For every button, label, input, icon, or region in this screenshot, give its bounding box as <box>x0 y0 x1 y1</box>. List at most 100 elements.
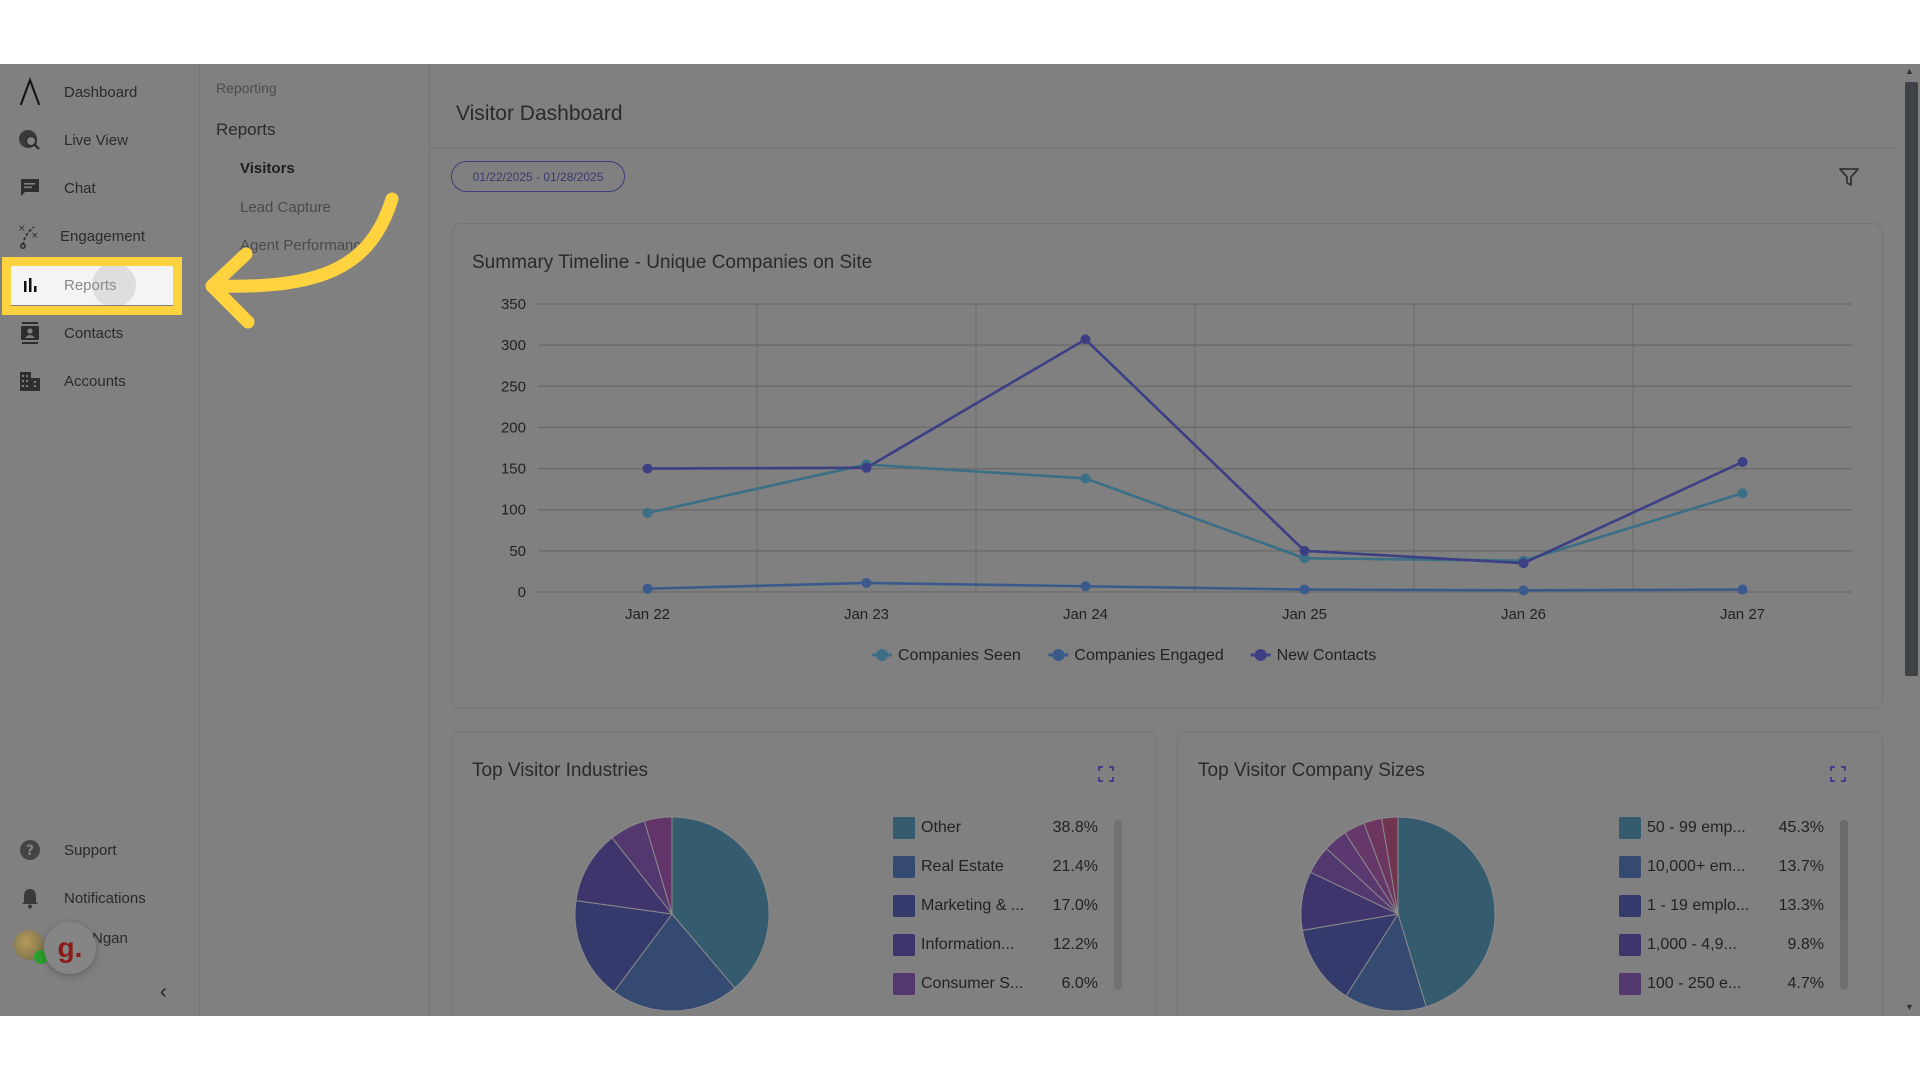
help-icon: ? <box>18 838 42 862</box>
sidebar-item-contacts[interactable]: Contacts <box>0 313 200 353</box>
legend-percent: 21.4% <box>1052 858 1098 875</box>
legend-scrollbar[interactable] <box>1840 820 1848 990</box>
legend-swatch <box>893 817 915 839</box>
legend-label: 10,000+ em... <box>1647 858 1746 875</box>
y-tick-label: 150 <box>501 461 526 478</box>
live-view-icon <box>18 128 42 152</box>
collapse-sidebar-button[interactable]: ‹ <box>160 981 167 1004</box>
logo-icon <box>18 77 42 106</box>
bell-icon <box>18 886 42 910</box>
legend-row[interactable]: 1 - 19 emplo... 13.3% <box>1619 894 1824 918</box>
data-point <box>1080 473 1091 484</box>
scroll-up-arrow[interactable]: ▲ <box>1905 66 1914 76</box>
legend-swatch <box>893 973 915 995</box>
top-visitor-industries-card: Top Visitor Industries Other 38.8% Real Es… <box>451 731 1157 1016</box>
legend-row[interactable]: Marketing & ... 17.0% <box>893 894 1098 918</box>
y-tick-label: 250 <box>501 378 526 395</box>
y-tick-label: 100 <box>501 502 526 519</box>
data-point <box>1737 584 1748 595</box>
sidebar-item-reports[interactable]: Reports <box>10 263 174 307</box>
scroll-down-arrow[interactable]: ▼ <box>1905 1002 1914 1012</box>
expand-button[interactable] <box>1098 766 1114 782</box>
legend-scrollbar[interactable] <box>1114 820 1122 990</box>
subnav-item-agent-performance[interactable]: Agent Performance <box>240 237 369 254</box>
summary-timeline-card: Summary Timeline - Unique Companies on S… <box>451 223 1883 709</box>
svg-text:×: × <box>31 231 39 241</box>
data-point <box>1737 488 1748 499</box>
subnav-section-label: Reporting <box>216 80 277 96</box>
y-tick-label: 0 <box>518 584 526 601</box>
timeline-chart: 0 50 100 150 200 250 300 350 Jan 22 Jan 23 Jan 24 J… <box>501 296 1852 664</box>
legend-swatch <box>1619 973 1641 995</box>
expand-icon <box>1830 766 1846 782</box>
legend-swatch <box>1619 934 1641 956</box>
filter-button[interactable] <box>1838 166 1862 190</box>
company-sizes-pie-chart <box>1300 816 1496 1012</box>
data-point <box>1518 558 1529 569</box>
data-point <box>1080 334 1091 345</box>
sidebar-item-label: Support <box>64 841 117 859</box>
legend-swatch <box>1619 895 1641 917</box>
app-window: Dashboard Live View Chat ×× Engagement <box>0 64 1920 1016</box>
legend-swatch <box>893 856 915 878</box>
g-app-badge[interactable]: g. <box>44 922 96 974</box>
legend-label: 100 - 250 e... <box>1647 975 1742 992</box>
legend-percent: 17.0% <box>1052 897 1098 914</box>
sidebar-item-label: Live View <box>64 131 128 149</box>
legend-row[interactable]: Other 38.8% <box>893 816 1098 840</box>
chart-title: Top Visitor Industries <box>472 760 649 781</box>
legend-label: 50 - 99 emp... <box>1647 819 1746 836</box>
legend-row[interactable]: Information... 12.2% <box>893 933 1098 957</box>
data-point <box>861 462 872 473</box>
legend-row[interactable]: Consumer S... 6.0% <box>893 972 1098 996</box>
legend-label: Consumer S... <box>921 975 1024 992</box>
sidebar-item-dashboard[interactable]: Dashboard <box>0 72 200 112</box>
legend-row[interactable]: Real Estate 21.4% <box>893 855 1098 879</box>
sidebar-item-live-view[interactable]: Live View <box>0 120 200 160</box>
sidebar-item-chat[interactable]: Chat <box>0 168 200 208</box>
subnav-item-visitors[interactable]: Visitors <box>240 160 295 177</box>
expand-button[interactable] <box>1830 766 1846 782</box>
primary-sidebar: Dashboard Live View Chat ×× Engagement <box>0 64 200 1016</box>
engagement-icon: × × <box>18 224 42 249</box>
legend-label: Companies Engaged <box>1074 647 1223 664</box>
legend-row[interactable]: 50 - 99 emp... 45.3% <box>1619 816 1824 840</box>
sidebar-item-notifications[interactable]: Notifications <box>0 878 200 918</box>
legend-label: 1 - 19 emplo... <box>1647 897 1750 914</box>
user-name: Ngan <box>92 930 128 947</box>
x-tick-label: Jan 24 <box>1063 606 1108 623</box>
top-visitor-company-sizes-card: Top Visitor Company Sizes 50 - 99 emp...… <box>1177 731 1883 1016</box>
legend-label: Other <box>921 819 962 836</box>
title-divider <box>430 148 1900 149</box>
x-tick-label: Jan 27 <box>1720 606 1765 623</box>
chat-icon <box>18 176 42 200</box>
page-scrollbar[interactable]: ▲ ▼ <box>1900 64 1920 1016</box>
legend-row[interactable]: 10,000+ em... 13.7% <box>1619 855 1824 879</box>
x-tick-label: Jan 22 <box>625 606 670 623</box>
sidebar-item-label: Engagement <box>60 227 146 245</box>
reports-subnav: Reporting Reports Visitors Lead Capture … <box>200 64 430 1016</box>
legend-percent: 13.3% <box>1778 897 1824 914</box>
sidebar-item-support[interactable]: ? Support <box>0 830 200 870</box>
subnav-item-lead-capture[interactable]: Lead Capture <box>240 199 331 216</box>
sidebar-item-engagement[interactable]: × × Engagement <box>0 216 200 256</box>
date-range-chip[interactable]: 01/22/2025 - 01/28/2025 <box>451 161 625 192</box>
scrollbar-thumb[interactable] <box>1905 82 1918 676</box>
sidebar-item-accounts[interactable]: Accounts <box>0 361 200 401</box>
sidebar-item-label: Dashboard <box>64 83 138 101</box>
y-tick-label: 50 <box>509 543 526 560</box>
contacts-icon <box>18 321 42 345</box>
expand-icon <box>1098 766 1114 782</box>
data-point <box>1518 585 1529 596</box>
legend-label: Marketing & ... <box>921 897 1025 914</box>
legend-swatch <box>893 895 915 917</box>
legend-marker <box>1052 649 1065 661</box>
data-point <box>1299 545 1310 556</box>
legend-row[interactable]: 1,000 - 4,9... 9.8% <box>1619 933 1824 957</box>
subnav-group-reports[interactable]: Reports <box>216 120 276 140</box>
legend-percent: 45.3% <box>1778 819 1824 836</box>
sidebar-item-label: Reports <box>64 276 117 294</box>
legend-swatch <box>893 934 915 956</box>
legend-row[interactable]: 100 - 250 e... 4.7% <box>1619 972 1824 996</box>
chart-title: Top Visitor Company Sizes <box>1198 760 1425 781</box>
